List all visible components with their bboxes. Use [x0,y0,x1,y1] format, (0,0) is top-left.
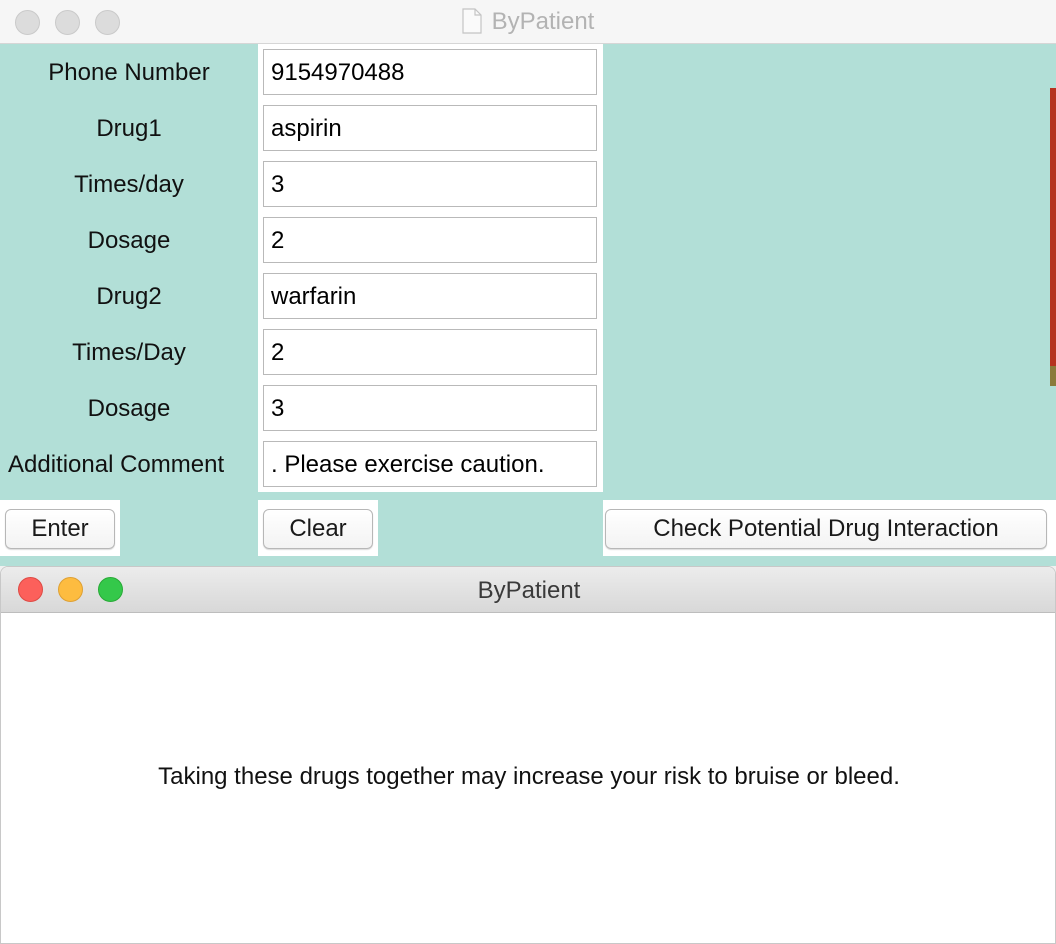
alert-window-titlebar[interactable]: ByPatient [1,567,1055,613]
times-day-2-field[interactable]: 2 [263,329,597,375]
dosage-2-field[interactable]: 3 [263,385,597,431]
document-icon [462,8,482,34]
label-dosage-1: Dosage [87,227,171,254]
enter-button[interactable]: Enter [5,509,115,549]
label-additional-comment: Additional Comment [8,451,225,478]
background-window-edge-2 [1050,366,1056,386]
background-window-edge [1050,88,1056,384]
label-drug2: Drug2 [96,283,162,310]
drug1-field[interactable]: aspirin [263,105,597,151]
label-dosage-2: Dosage [87,395,171,422]
form-window: ByPatient Phone Number Drug1 Times/day D… [0,0,1056,566]
check-interaction-button[interactable]: Check Potential Drug Interaction [605,509,1047,549]
form-window-titlebar[interactable]: ByPatient [0,0,1056,44]
alert-window-title: ByPatient [477,577,581,604]
label-times-day-1: Times/day [74,171,184,198]
alert-window: ByPatient Taking these drugs together ma… [0,566,1056,944]
dosage-1-field[interactable]: 2 [263,217,597,263]
label-drug1: Drug1 [96,115,162,142]
phone-number-field[interactable]: 9154970488 [263,49,597,95]
drug2-field[interactable]: warfarin [263,273,597,319]
window-title: ByPatient [0,0,1056,44]
clear-button[interactable]: Clear [263,509,373,549]
label-times-day-2: Times/Day [72,339,186,366]
interaction-message: Taking these drugs together may increase… [158,763,900,790]
additional-comment-field[interactable]: . Please exercise caution. [263,441,597,487]
times-day-1-field[interactable]: 3 [263,161,597,207]
label-phone-number: Phone Number [48,59,210,86]
window-title-text: ByPatient [491,8,595,35]
